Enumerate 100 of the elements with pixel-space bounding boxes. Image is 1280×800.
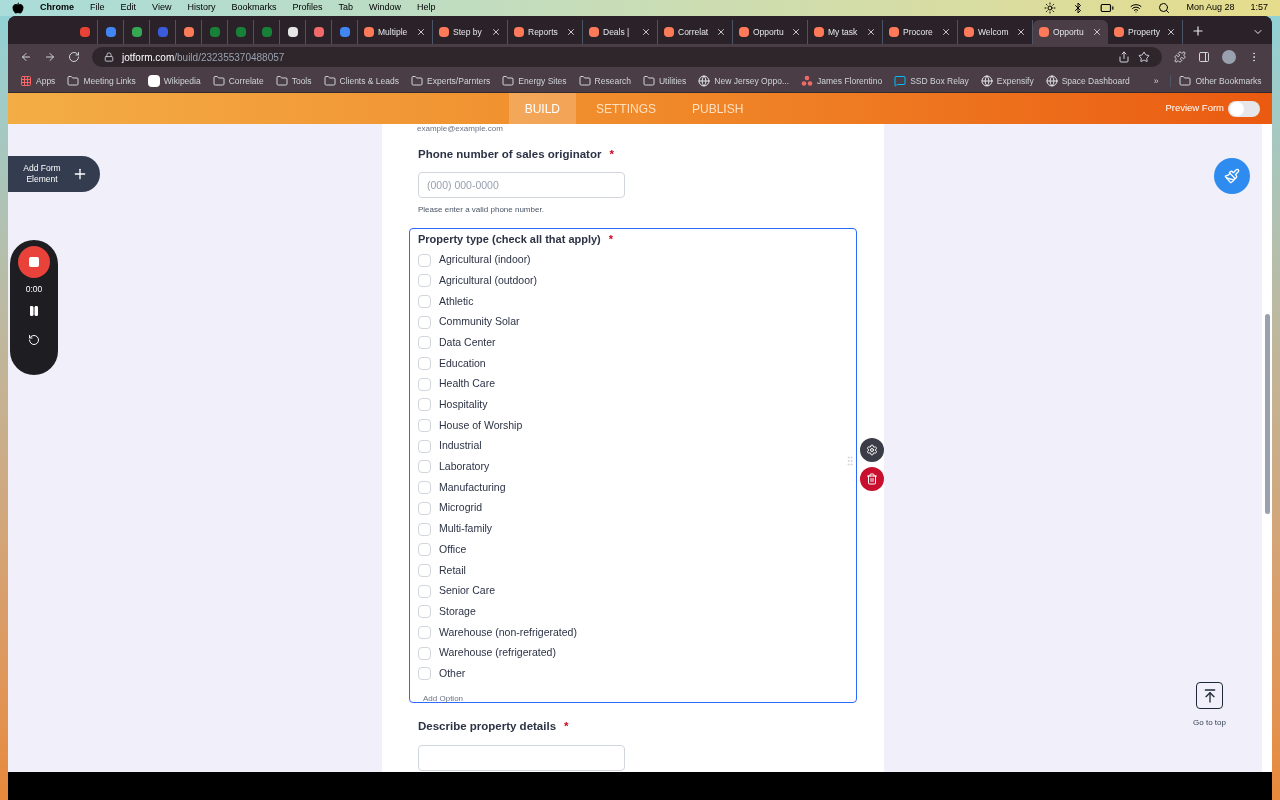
close-icon[interactable]: [791, 27, 801, 37]
close-icon[interactable]: [566, 27, 576, 37]
share-icon[interactable]: [1118, 51, 1130, 63]
add-form-element-button[interactable]: Add Form Element: [8, 156, 100, 192]
brightness-icon[interactable]: [1044, 2, 1057, 14]
close-icon[interactable]: [1166, 27, 1176, 37]
menu-item[interactable]: Edit: [120, 1, 137, 15]
checkbox-option[interactable]: Athletic: [418, 291, 474, 312]
profile-avatar[interactable]: [1222, 50, 1236, 64]
bookmark-item[interactable]: Correlate: [212, 74, 264, 88]
checkbox[interactable]: [418, 460, 431, 474]
preview-form-toggle[interactable]: [1228, 100, 1260, 117]
forward-icon[interactable]: [44, 51, 56, 63]
bookmark-item[interactable]: Experts/Parnters: [411, 74, 491, 88]
menu-item[interactable]: History: [187, 1, 216, 15]
more-bookmarks[interactable]: »: [1153, 74, 1159, 88]
menu-item[interactable]: Chrome: [40, 1, 74, 15]
checkbox[interactable]: [418, 439, 431, 453]
bookmark-item[interactable]: Space Dashboard: [1045, 74, 1130, 88]
checkbox[interactable]: [418, 377, 431, 391]
close-icon[interactable]: [1016, 27, 1026, 37]
checkbox[interactable]: [418, 315, 431, 329]
bookmark-item[interactable]: Expensify: [980, 74, 1034, 88]
bookmark-item[interactable]: Energy Sites: [502, 74, 567, 88]
close-icon[interactable]: [866, 27, 876, 37]
checkbox-option[interactable]: Education: [418, 353, 486, 374]
phone-input-field[interactable]: (000) 000-0000: [418, 172, 625, 199]
bookmark-star-icon[interactable]: [1138, 51, 1150, 63]
checkbox-option[interactable]: Senior Care: [418, 580, 496, 602]
checkbox[interactable]: [418, 336, 431, 350]
bookmark-item[interactable]: Tools: [275, 74, 312, 88]
checkbox-option[interactable]: Other: [418, 663, 466, 685]
checkbox[interactable]: [418, 605, 431, 619]
menu-bar-date[interactable]: Mon Aug 28: [1186, 1, 1235, 15]
checkbox[interactable]: [418, 522, 431, 536]
checkbox[interactable]: [418, 543, 431, 557]
checkbox[interactable]: [418, 253, 431, 267]
checkbox-option[interactable]: Microgrid: [418, 498, 483, 519]
add-option-link[interactable]: Add Option: [423, 694, 464, 705]
checkbox-option[interactable]: Data Center: [418, 332, 496, 354]
checkbox[interactable]: [418, 294, 431, 308]
checkbox[interactable]: [418, 357, 431, 371]
paint-roller-button[interactable]: [1214, 158, 1250, 194]
close-icon[interactable]: [716, 27, 726, 37]
settings-button[interactable]: [860, 438, 884, 463]
apple-icon[interactable]: [12, 2, 24, 14]
checkbox[interactable]: [418, 584, 431, 598]
checkbox-option[interactable]: Agricultural (indoor): [418, 249, 531, 271]
checkbox-option[interactable]: Warehouse (non-refrigerated): [418, 622, 577, 643]
menu-item[interactable]: View: [152, 1, 172, 15]
checkbox[interactable]: [418, 501, 431, 515]
checkbox[interactable]: [418, 274, 431, 288]
bookmark-item[interactable]: Wikipedia: [147, 74, 201, 88]
checkbox[interactable]: [418, 398, 431, 412]
menu-item[interactable]: Profiles: [292, 1, 323, 15]
checkbox-option[interactable]: Industrial: [418, 435, 482, 457]
scrollbar[interactable]: [1262, 124, 1272, 772]
checkbox-option[interactable]: Community Solar: [418, 311, 520, 333]
checkbox-option[interactable]: Hospitality: [418, 394, 488, 416]
stop-recording-button[interactable]: [18, 246, 50, 278]
menu-bar-time[interactable]: 1:57: [1250, 1, 1268, 15]
browser-tab[interactable]: Opportu: [1033, 20, 1108, 44]
extensions-icon[interactable]: [1174, 51, 1186, 63]
back-icon[interactable]: [20, 51, 32, 63]
search-icon[interactable]: [1158, 2, 1171, 14]
checkbox[interactable]: [418, 419, 431, 433]
menu-item[interactable]: Tab: [338, 1, 353, 15]
reload-icon[interactable]: [68, 51, 80, 63]
checkbox[interactable]: [418, 646, 431, 660]
bookmark-item[interactable]: James Florentino: [801, 74, 883, 88]
close-icon[interactable]: [416, 27, 426, 37]
checkbox-option[interactable]: Agricultural (outdoor): [418, 270, 538, 292]
bookmark-item[interactable]: New Jersey Oppo...: [698, 74, 789, 88]
new-tab-icon[interactable]: [1191, 24, 1205, 38]
checkbox-option[interactable]: Storage: [418, 601, 476, 623]
go-to-top-button[interactable]: Go to top: [1193, 682, 1226, 729]
checkbox[interactable]: [418, 667, 431, 681]
drag-handle-icon[interactable]: [844, 455, 856, 468]
bookmark-item[interactable]: SSD Box Relay: [894, 74, 969, 88]
checkbox[interactable]: [418, 563, 431, 577]
bookmark-item[interactable]: Other Bookmarks: [1170, 74, 1262, 88]
details-input-field[interactable]: [418, 744, 625, 771]
menu-item[interactable]: Bookmarks: [231, 1, 277, 15]
menu-item[interactable]: Window: [368, 1, 401, 15]
checkbox-option[interactable]: Office: [418, 539, 467, 561]
bookmark-item[interactable]: Meeting Links: [67, 74, 136, 88]
close-icon[interactable]: [1092, 27, 1102, 37]
address-bar[interactable]: jotform.com/build/232355370488057: [92, 47, 1162, 67]
checkbox-option[interactable]: Retail: [418, 560, 466, 581]
checkbox-option[interactable]: Laboratory: [418, 456, 490, 478]
close-icon[interactable]: [641, 27, 651, 37]
bookmark-item[interactable]: Research: [578, 74, 631, 88]
side-panel-icon[interactable]: [1198, 51, 1210, 63]
checkbox-option[interactable]: Multi-family: [418, 518, 493, 540]
close-icon[interactable]: [941, 27, 951, 37]
checkbox-option[interactable]: Manufacturing: [418, 477, 506, 498]
bookmark-item[interactable]: Apps: [20, 74, 56, 88]
checkbox[interactable]: [418, 481, 431, 495]
battery-icon[interactable]: [1100, 1, 1115, 15]
wifi-icon[interactable]: [1130, 2, 1143, 14]
